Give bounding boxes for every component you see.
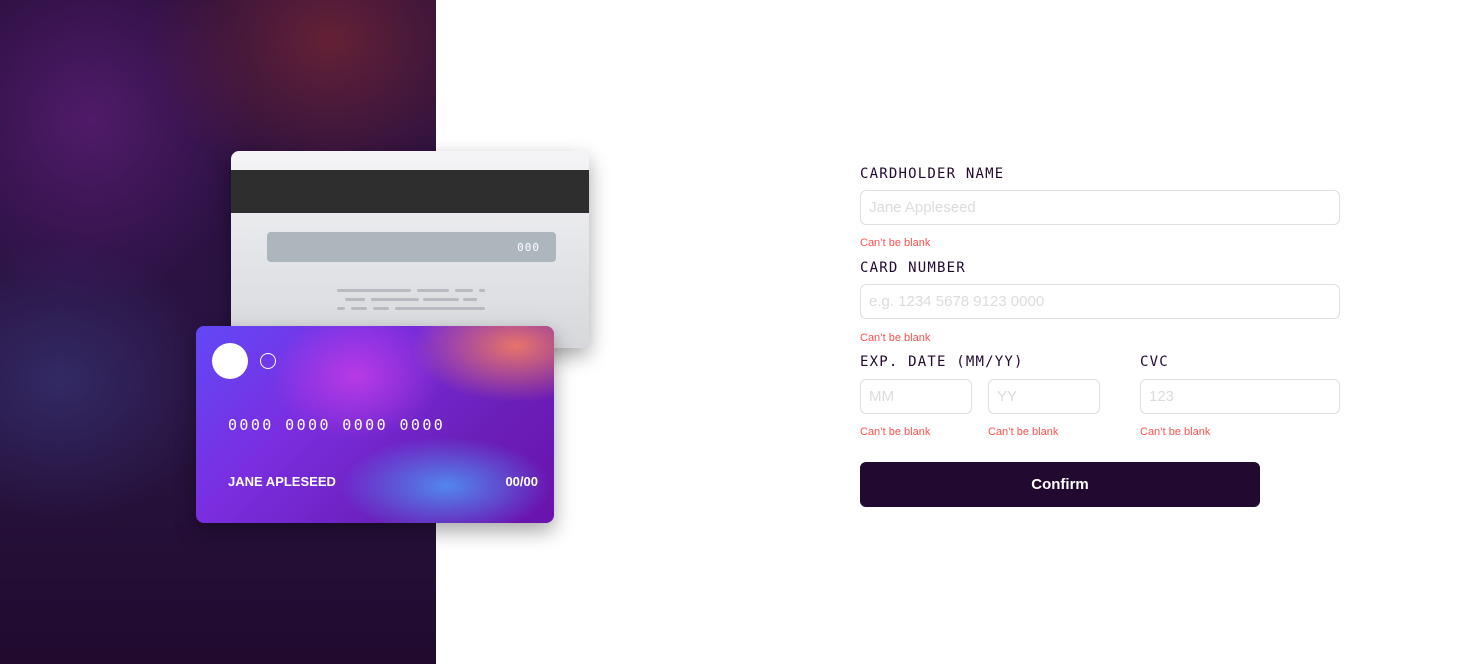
- card-back-cvc: 000: [517, 240, 540, 254]
- card-logo-circle-large: [212, 343, 248, 379]
- cardholder-name-display: JANE APLESEED: [228, 474, 336, 489]
- card-number-label: CARD NUMBER: [860, 260, 966, 276]
- card-number-display: 0000 0000 0000 0000: [228, 416, 446, 434]
- exp-month-input[interactable]: [860, 379, 972, 414]
- cvc-label: CVC: [1140, 354, 1169, 370]
- signature-strip: 000: [267, 232, 556, 262]
- exp-year-error: Can’t be blank: [988, 426, 1059, 438]
- card-logo-circle-small: [260, 353, 276, 369]
- expiry-date-display: 00/00: [505, 474, 538, 489]
- cvc-error: Can’t be blank: [1140, 426, 1211, 438]
- exp-date-label: EXP. DATE (MM/YY): [860, 354, 1024, 370]
- card-number-error: Can’t be blank: [860, 332, 931, 344]
- exp-year-input[interactable]: [988, 379, 1100, 414]
- cvc-input[interactable]: [1140, 379, 1340, 414]
- page-root: 000 0000 0000 0000 0000 JANE APLESEED 00…: [0, 0, 1472, 664]
- card-front-preview: 0000 0000 0000 0000 JANE APLESEED 00/00: [196, 326, 554, 523]
- magnetic-stripe: [231, 170, 589, 213]
- cardholder-name-input[interactable]: [860, 190, 1340, 225]
- cardholder-name-error: Can’t be blank: [860, 237, 931, 249]
- exp-month-error: Can’t be blank: [860, 426, 931, 438]
- confirm-button[interactable]: Confirm: [860, 462, 1260, 507]
- card-number-input[interactable]: [860, 284, 1340, 319]
- card-back-preview: 000: [231, 151, 589, 348]
- cardholder-name-label: CARDHOLDER NAME: [860, 166, 1005, 182]
